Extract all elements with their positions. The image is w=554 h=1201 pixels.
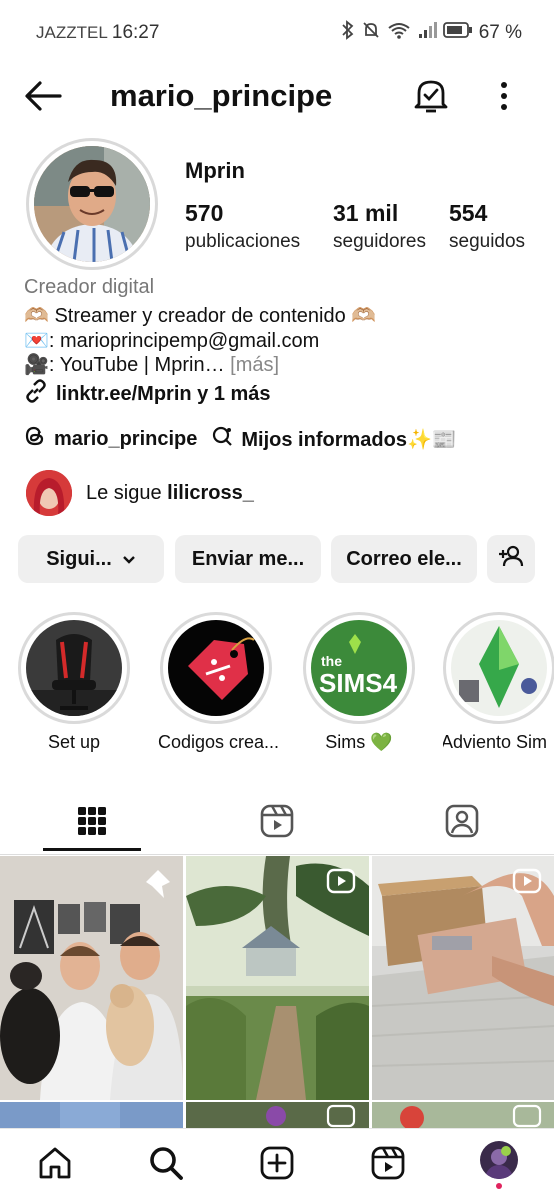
bluetooth-icon	[341, 20, 355, 46]
bottom-navigation	[0, 1128, 554, 1201]
tab-grid[interactable]	[0, 792, 184, 854]
tab-tagged[interactable]	[370, 792, 554, 854]
notification-dot	[496, 1183, 502, 1189]
threads-handle: mario_principe	[54, 427, 198, 450]
bio-line-1: 🫶🏼 Streamer y creador de contenido 🫶🏼	[24, 305, 377, 327]
bio-link-text: linktr.ee/Mprin y 1 más	[56, 382, 271, 405]
stat-following-label: seguidos	[449, 231, 526, 252]
message-button[interactable]: Enviar me...	[175, 535, 321, 583]
active-tab-indicator	[43, 848, 141, 851]
page-title: mario_principe	[110, 78, 333, 113]
arrow-left-icon[interactable]	[24, 80, 62, 117]
wifi-icon	[387, 20, 411, 46]
tagged-icon	[445, 804, 479, 843]
highlight-sims-cover: the SIMS4	[311, 620, 407, 716]
link-icon	[24, 379, 48, 409]
threads-icon	[24, 425, 46, 453]
nav-home[interactable]	[0, 1129, 110, 1201]
carrier-label: JAZZTEL	[36, 23, 108, 42]
bell-check-icon[interactable]	[413, 76, 449, 119]
following-button-label: Sigui...	[46, 547, 112, 570]
tab-reels[interactable]	[185, 792, 369, 854]
home-icon	[37, 1145, 73, 1186]
display-name: Mprin	[185, 158, 245, 183]
threads-chip[interactable]: mario_principe	[24, 425, 197, 453]
highlight-adviento[interactable]: Adviento Sim	[443, 612, 554, 753]
chevron-down-icon	[122, 548, 136, 571]
channel-chip[interactable]: Mijos informados✨📰	[211, 425, 457, 453]
stat-following[interactable]: 554 seguidos	[449, 200, 525, 253]
bio-line-2: 💌: marioprincipemp@gmail.com	[24, 330, 320, 352]
stat-followers-label: seguidores	[333, 231, 426, 252]
followed-by-user: lilicross_	[167, 481, 254, 504]
highlight-adviento-label: Adviento Sim	[443, 732, 548, 752]
nav-profile[interactable]	[444, 1129, 554, 1201]
post-tile-6[interactable]	[372, 1102, 554, 1128]
channel-name: Mijos informados✨📰	[241, 428, 457, 451]
email-button[interactable]: Correo ele...	[331, 535, 477, 583]
more-vertical-icon[interactable]	[496, 80, 512, 117]
avatar-icon	[480, 1141, 518, 1179]
stat-followers-value: 31 mil	[333, 200, 399, 226]
nav-create[interactable]	[222, 1129, 332, 1201]
grid-icon	[77, 806, 107, 841]
highlight-setup[interactable]: Set up	[16, 612, 132, 753]
signal-icon	[417, 20, 437, 46]
add-user-button[interactable]	[487, 535, 535, 583]
post-tile-5[interactable]	[186, 1102, 369, 1128]
svg-text:the: the	[321, 653, 342, 669]
stat-followers[interactable]: 31 mil seguidores	[333, 200, 426, 253]
post-tile-3[interactable]	[372, 856, 554, 1100]
broadcast-channel-icon	[211, 425, 235, 453]
stat-posts[interactable]: 570 publicaciones	[185, 200, 300, 253]
clock: 16:27	[111, 22, 160, 43]
followed-by-prefix: Le sigue	[86, 481, 168, 504]
search-icon	[148, 1145, 184, 1186]
svg-text:SIMS4: SIMS4	[319, 668, 398, 698]
stat-posts-value: 570	[185, 200, 224, 226]
battery-percent: 67 %	[478, 22, 522, 43]
status-bar: JAZZTEL 16:27 67 %	[0, 0, 554, 62]
followed-by[interactable]: Le sigue lilicross_	[26, 470, 254, 516]
following-button[interactable]: Sigui...	[18, 535, 164, 583]
highlight-adviento-cover	[451, 620, 547, 716]
avatar[interactable]	[26, 138, 158, 270]
follower-avatar	[26, 470, 72, 516]
stat-following-value: 554	[449, 200, 488, 226]
post-tile-4[interactable]	[0, 1102, 183, 1128]
email-button-label: Correo ele...	[346, 547, 462, 570]
stat-posts-label: publicaciones	[185, 231, 301, 252]
highlight-codigos-label: Codigos crea...	[158, 732, 280, 752]
highlight-setup-label: Set up	[47, 732, 101, 752]
reels-nav-icon	[370, 1145, 406, 1186]
highlight-sims[interactable]: the SIMS4 Sims 💚	[301, 612, 417, 753]
reels-icon	[260, 804, 294, 843]
profile-header: mario_principe	[0, 70, 554, 122]
bio-line-3-text: 🎥: YouTube | Mprin…	[24, 354, 225, 376]
nav-search[interactable]	[111, 1129, 221, 1201]
message-button-label: Enviar me...	[191, 547, 305, 570]
profile-photo	[34, 146, 150, 262]
highlight-setup-cover	[26, 620, 122, 716]
nav-reels[interactable]	[333, 1129, 443, 1201]
post-tile-1[interactable]	[0, 856, 183, 1100]
highlight-codigos[interactable]: Codigos crea...	[158, 612, 280, 753]
profile-category: Creador digital	[24, 276, 155, 298]
add-user-icon	[498, 544, 524, 574]
profile-chips: mario_principe Mijos informados✨📰	[24, 425, 457, 453]
mute-icon	[361, 20, 381, 46]
bio-link[interactable]: linktr.ee/Mprin y 1 más	[24, 379, 271, 409]
post-tile-2[interactable]	[186, 856, 369, 1100]
highlight-sims-label: Sims 💚	[325, 732, 393, 752]
bio-line-3: 🎥: YouTube | Mprin… [más]	[24, 352, 279, 377]
plus-square-icon	[259, 1145, 295, 1186]
profile-tabs	[0, 792, 554, 855]
status-icons: 67 %	[341, 20, 522, 46]
highlight-codigos-cover	[168, 620, 264, 716]
bio-more-link[interactable]: [más]	[225, 354, 279, 376]
battery-icon	[442, 21, 473, 45]
